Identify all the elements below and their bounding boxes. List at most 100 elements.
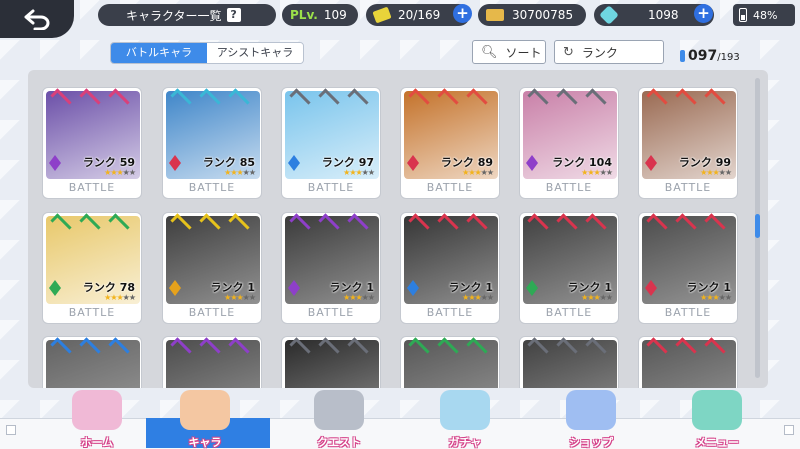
- character-card[interactable]: ランク 1 ★★★★★ BATTLE: [519, 212, 619, 324]
- character-card[interactable]: ランク 1 ★★★★★ BATTLE: [638, 212, 738, 324]
- character-card[interactable]: ランク 59 ★★★★★ BATTLE: [42, 87, 142, 199]
- element-chevron-icons: [289, 88, 369, 110]
- character-card[interactable]: ランク 97 ★★★★★ BATTLE: [281, 87, 381, 199]
- sort-button[interactable]: 🔍︎ ソート: [472, 40, 546, 64]
- character-card[interactable]: BATTLE: [638, 336, 738, 388]
- cycle-arrows-icon: ↻: [563, 44, 574, 60]
- nav-menu-button[interactable]: メニュー: [662, 390, 772, 449]
- element-chevron-icons: [50, 213, 130, 235]
- screen-title: キャラクター一覧: [126, 8, 222, 23]
- nav-menu-label: メニュー: [695, 436, 739, 449]
- stamina-ticket-icon: [372, 6, 392, 24]
- battery-indicator: 48%: [733, 4, 795, 26]
- character-count-current: 097: [688, 48, 718, 64]
- battery-value: 48%: [753, 8, 778, 22]
- nav-shop-icon: [566, 390, 616, 430]
- nav-gacha-icon: [440, 390, 490, 430]
- help-icon[interactable]: ?: [226, 8, 241, 22]
- card-battle-label: BATTLE: [426, 181, 474, 194]
- card-battle-label: BATTLE: [426, 306, 474, 319]
- nav-chara-label: キャラ: [188, 436, 222, 449]
- search-icon: 🔍︎: [481, 44, 498, 60]
- nav-home-icon: [72, 390, 122, 430]
- nav-gacha-label: ガチャ: [448, 436, 482, 449]
- back-arrow-icon: [24, 9, 50, 30]
- character-card[interactable]: ランク 104 ★★★★★ BATTLE: [519, 87, 619, 199]
- stamina-value: 20/169: [398, 8, 441, 22]
- character-card[interactable]: BATTLE: [400, 336, 500, 388]
- gem-value: 1098: [648, 8, 679, 22]
- card-battle-label: BATTLE: [68, 181, 116, 194]
- element-chevron-icons: [527, 88, 607, 110]
- character-card[interactable]: ランク 99 ★★★★★ BATTLE: [638, 87, 738, 199]
- card-battle-label: BATTLE: [664, 181, 712, 194]
- star-rating: ★★★★★: [104, 293, 136, 302]
- character-card[interactable]: BATTLE: [519, 336, 619, 388]
- back-button[interactable]: [0, 0, 74, 38]
- character-card[interactable]: ランク 78 ★★★★★ BATTLE: [42, 212, 142, 324]
- character-count-icon: [680, 50, 685, 62]
- element-chevron-icons: [289, 337, 369, 359]
- element-chevron-icons: [408, 88, 488, 110]
- element-chevron-icons: [170, 88, 250, 110]
- element-chevron-icons: [170, 337, 250, 359]
- grid-scroll-thumb[interactable]: [755, 214, 760, 238]
- nav-right-marker: [784, 425, 794, 435]
- character-card[interactable]: ランク 1 ★★★★★ BATTLE: [162, 212, 262, 324]
- element-chevron-icons: [527, 337, 607, 359]
- character-card[interactable]: ランク 85 ★★★★★ BATTLE: [162, 87, 262, 199]
- nav-left-marker: [6, 425, 16, 435]
- rank-order-button[interactable]: ↻ ランク: [554, 40, 664, 64]
- card-battle-label: BATTLE: [545, 181, 593, 194]
- element-chevron-icons: [527, 213, 607, 235]
- element-chevron-icons: [170, 213, 250, 235]
- player-level-label: PLv.: [290, 8, 318, 22]
- character-card[interactable]: ランク 89 ★★★★★ BATTLE: [400, 87, 500, 199]
- nav-quest-button[interactable]: クエスト: [284, 390, 394, 449]
- gold-coin-icon: [486, 9, 504, 21]
- character-card[interactable]: ランク 1 ★★★★★ BATTLE: [281, 212, 381, 324]
- gem-icon: [599, 5, 619, 25]
- star-rating: ★★★★★: [343, 293, 375, 302]
- character-card[interactable]: BATTLE: [162, 336, 262, 388]
- star-rating: ★★★★★: [581, 168, 613, 177]
- gold-value: 30700785: [512, 8, 574, 22]
- stamina-add-button[interactable]: +: [453, 4, 472, 23]
- player-level-pill: PLv. 109: [282, 4, 358, 26]
- tab-assist-chara[interactable]: アシストキャラ: [207, 43, 303, 63]
- star-rating: ★★★★★: [700, 293, 732, 302]
- star-rating: ★★★★★: [581, 293, 613, 302]
- character-card[interactable]: ランク 1 ★★★★★ BATTLE: [400, 212, 500, 324]
- sort-label: ソート: [505, 45, 542, 60]
- tab-battle-chara[interactable]: バトルキャラ: [111, 43, 207, 63]
- nav-home-button[interactable]: ホーム: [42, 390, 152, 449]
- gem-add-button[interactable]: +: [694, 4, 713, 23]
- character-grid: ランク 59 ★★★★★ BATTLE ランク 85 ★★★★★ BATTLE ランク 97…: [28, 70, 768, 388]
- star-rating: ★★★★★: [700, 168, 732, 177]
- star-rating: ★★★★★: [224, 168, 256, 177]
- nav-quest-icon: [314, 390, 364, 430]
- nav-quest-label: クエスト: [317, 436, 361, 449]
- nav-home-label: ホーム: [80, 436, 114, 449]
- nav-gacha-button[interactable]: ガチャ: [410, 390, 520, 449]
- player-level-value: 109: [323, 8, 347, 22]
- nav-shop-label: ショップ: [569, 436, 613, 449]
- character-card[interactable]: BATTLE: [42, 336, 142, 388]
- nav-shop-button[interactable]: ショップ: [536, 390, 646, 449]
- card-battle-label: BATTLE: [664, 306, 712, 319]
- element-chevron-icons: [646, 213, 726, 235]
- battery-icon: [739, 8, 747, 22]
- nav-menu-icon: [692, 390, 742, 430]
- card-battle-label: BATTLE: [188, 181, 236, 194]
- element-chevron-icons: [289, 213, 369, 235]
- element-chevron-icons: [408, 213, 488, 235]
- element-chevron-icons: [408, 337, 488, 359]
- star-rating: ★★★★★: [462, 293, 494, 302]
- nav-chara-icon: [180, 390, 230, 430]
- nav-chara-button[interactable]: キャラ: [146, 390, 270, 449]
- rank-order-label: ランク: [581, 45, 618, 60]
- element-chevron-icons: [646, 88, 726, 110]
- character-card[interactable]: BATTLE: [281, 336, 381, 388]
- star-rating: ★★★★★: [462, 168, 494, 177]
- card-battle-label: BATTLE: [545, 306, 593, 319]
